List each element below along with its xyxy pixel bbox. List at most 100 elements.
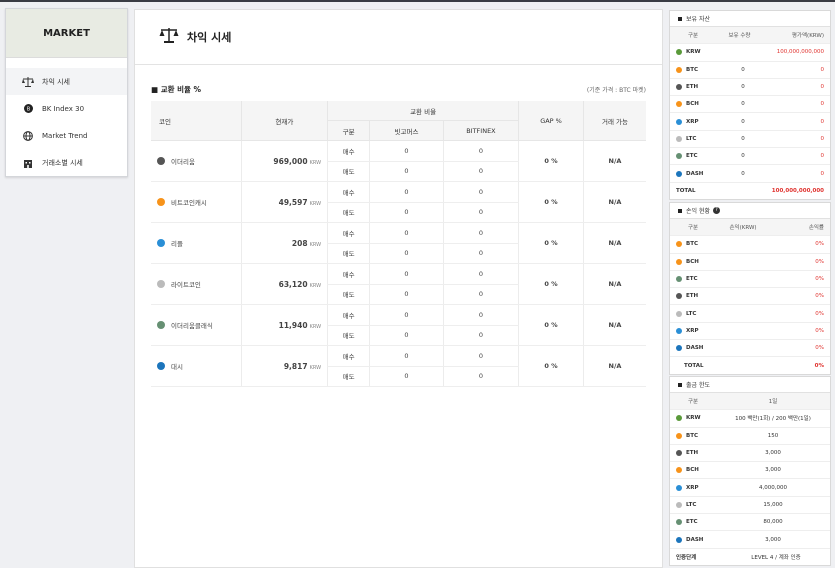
- sell-value-ex2: 0: [442, 161, 519, 182]
- help-icon[interactable]: ?: [713, 207, 720, 214]
- sidebar-item-label: Market Trend: [42, 131, 88, 140]
- col-exchange-2: BITFINEX: [442, 120, 519, 141]
- gap-cell: 0 %: [518, 222, 584, 264]
- list-item: BCH 0%: [670, 254, 830, 271]
- sell-value-ex2: 0: [442, 284, 519, 305]
- buy-value-ex2: 0: [442, 304, 519, 326]
- coin-icon: [676, 135, 682, 142]
- sidebar-title: MARKET: [6, 9, 127, 58]
- coin-icon: [676, 484, 682, 491]
- main-header: 차익 시세: [135, 10, 662, 65]
- coin-cell: 비트코인캐시: [151, 181, 242, 223]
- sell-value-ex1: 0: [369, 202, 444, 223]
- buy-label: 매수: [327, 304, 370, 326]
- sell-value-ex2: 0: [442, 325, 519, 346]
- sell-value-ex2: 0: [442, 202, 519, 223]
- buy-value-ex1: 0: [369, 345, 444, 367]
- coin-icon: [676, 153, 682, 160]
- section-note: (기준 가격 : BTC 마켓): [586, 87, 646, 94]
- col-type: 구분: [327, 120, 370, 141]
- coin-icon: [676, 519, 682, 526]
- svg-text:B: B: [26, 106, 30, 112]
- buy-label: 매수: [327, 140, 370, 162]
- coin-cell: 이더리움클래식: [151, 304, 242, 346]
- panel-title: 손익 현황?: [670, 203, 830, 219]
- table-row[interactable]: 비트코인캐시 49,597 KRW 매수 0 0 0 % N/A: [151, 181, 646, 223]
- pnl-panel: 손익 현황? 구분 손익(KRW) 손익률 BTC 0% BCH 0% ETC 0% ETH…: [669, 202, 831, 375]
- sidebar-item-market-trend[interactable]: Market Trend: [6, 122, 127, 149]
- coin-icon: [157, 157, 165, 165]
- buy-value-ex1: 0: [369, 181, 444, 203]
- col-tradable: 거래 가능: [582, 101, 646, 141]
- sidebar-item-label: 거래소별 시세: [42, 158, 83, 167]
- table-header: 구분 보유 수량 평가액(KRW): [670, 27, 830, 45]
- buy-label: 매수: [327, 345, 370, 367]
- page-title: 차익 시세: [187, 31, 232, 44]
- sell-value-ex2: 0: [442, 243, 519, 264]
- globe-icon: [22, 130, 34, 142]
- sidebar-item-exchange-prices[interactable]: 거래소별 시세: [6, 149, 127, 176]
- coin-icon: [157, 198, 165, 206]
- bk-coin-icon: B: [22, 103, 34, 115]
- price-cell: 969,000 KRW: [240, 140, 328, 182]
- scale-icon: [159, 27, 179, 47]
- sell-value-ex1: 0: [369, 325, 444, 346]
- price-cell: 11,940 KRW: [240, 304, 328, 346]
- coin-icon: [676, 118, 682, 125]
- list-item: ETH 0 0: [670, 79, 830, 97]
- tradable-cell: N/A: [582, 222, 646, 264]
- coin-icon: [676, 170, 682, 177]
- coin-icon: [676, 327, 682, 334]
- coin-icon: [676, 536, 682, 543]
- col-gap: GAP %: [518, 101, 584, 141]
- coin-cell: 리플: [151, 222, 242, 264]
- list-item: ETH 0%: [670, 288, 830, 306]
- buy-label: 매수: [327, 181, 370, 203]
- auth-level-row: 인증단계 LEVEL 4 / 계좌 인증: [676, 554, 801, 561]
- list-item: KRW 100 백만(1회) / 200 백만(1일): [670, 410, 830, 428]
- list-item: ETC 0%: [670, 271, 830, 289]
- coin-icon: [676, 501, 682, 508]
- gap-cell: 0 %: [518, 304, 584, 346]
- table-row[interactable]: 이더리움 969,000 KRW 매수 0 0 0 % N/A: [151, 140, 646, 182]
- panel-title: 출금 한도: [670, 377, 830, 393]
- list-item: BTC 0%: [670, 236, 830, 254]
- tradable-cell: N/A: [582, 181, 646, 223]
- buy-value-ex1: 0: [369, 222, 444, 244]
- list-item: LTC 0%: [670, 305, 830, 323]
- table-row[interactable]: 이더리움클래식 11,940 KRW 매수 0 0 0 % N/A: [151, 304, 646, 346]
- table-row[interactable]: 대시 9,817 KRW 매수 0 0 0 % N/A: [151, 345, 646, 387]
- coin-icon: [157, 280, 165, 288]
- withdraw-limit-panel: 출금 한도 구분 1일 KRW 100 백만(1회) / 200 백만(1일) BT…: [669, 376, 831, 566]
- list-item: LTC 15,000: [670, 497, 830, 515]
- pnl-total-row: TOTAL 0%: [684, 362, 824, 369]
- coin-icon: [676, 432, 682, 439]
- panel-title: 보유 자산: [670, 11, 830, 27]
- gap-cell: 0 %: [518, 181, 584, 223]
- buy-value-ex2: 0: [442, 222, 519, 244]
- buy-value-ex1: 0: [369, 140, 444, 162]
- tradable-cell: N/A: [582, 263, 646, 305]
- coin-icon: [676, 101, 682, 108]
- buy-value-ex2: 0: [442, 140, 519, 162]
- coin-icon: [676, 258, 682, 265]
- coin-icon: [676, 241, 682, 248]
- gap-cell: 0 %: [518, 345, 584, 387]
- col-exchange-ratio: 교환 비율: [327, 101, 519, 121]
- list-item: XRP 4,000,000: [670, 479, 830, 497]
- list-item: XRP 0%: [670, 323, 830, 341]
- sell-label: 매도: [327, 202, 370, 223]
- table-row[interactable]: 라이트코인 63,120 KRW 매수 0 0 0 % N/A: [151, 263, 646, 305]
- table-row[interactable]: 리플 208 KRW 매수 0 0 0 % N/A: [151, 222, 646, 264]
- buy-value-ex1: 0: [369, 304, 444, 326]
- coin-icon: [157, 362, 165, 370]
- coin-icon: [676, 450, 682, 457]
- sidebar-item-bk-index[interactable]: B BK Index 30: [6, 95, 127, 122]
- col-price: 현재가: [240, 101, 328, 141]
- col-coin: 코인: [151, 101, 242, 141]
- sell-label: 매도: [327, 284, 370, 305]
- price-cell: 63,120 KRW: [240, 263, 328, 305]
- sidebar-item-arbitrage[interactable]: 차익 시세: [6, 68, 127, 95]
- coin-icon: [676, 49, 682, 56]
- sidebar-item-label: BK Index 30: [42, 104, 85, 113]
